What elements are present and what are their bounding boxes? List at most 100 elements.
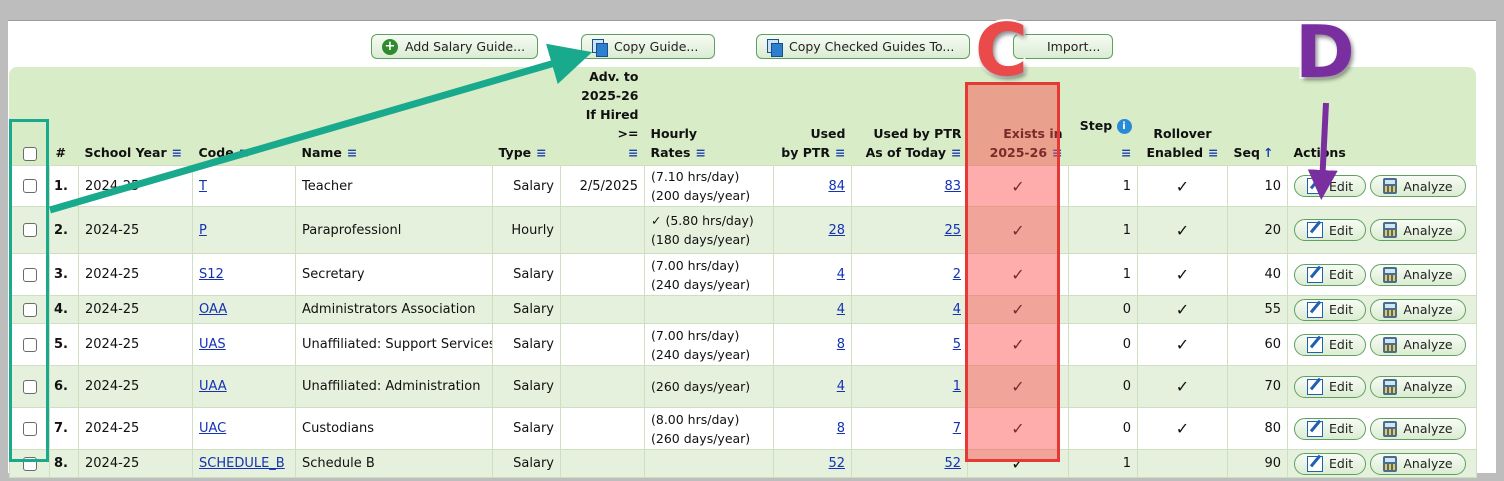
used-by-ptr-link[interactable]: 84 (828, 179, 845, 194)
header-seq[interactable]: Seq ↑ (1228, 67, 1288, 166)
row-checkbox[interactable] (22, 223, 37, 237)
used-by-ptr-link[interactable]: 4 (837, 302, 845, 317)
column-menu-icon[interactable]: ≡ (172, 145, 182, 160)
hourly-rates-cell: (7.00 hrs/day) (240 days/year) (644, 323, 774, 366)
salary-guide-table: # School Year ≡ Code ≡ Name ≡ Type ≡ Adv. to… (9, 67, 1477, 478)
row-checkbox[interactable] (22, 456, 37, 471)
row-checkbox[interactable] (22, 421, 37, 436)
used-by-ptr-link[interactable]: 4 (837, 379, 845, 394)
info-icon[interactable]: i (1116, 119, 1132, 134)
row-checkbox[interactable] (22, 267, 37, 282)
analyze-label: Analyze (1403, 302, 1453, 317)
edit-button[interactable]: Edit (1294, 263, 1367, 286)
edit-button[interactable]: Edit (1294, 175, 1367, 197)
header-exists[interactable]: Exists in 2025-26 ≡ (968, 67, 1069, 166)
rate-hours-text: (7.00 hrs/day) (651, 327, 740, 343)
code-link[interactable]: UAC (199, 421, 226, 436)
column-menu-icon[interactable]: ≡ (1208, 145, 1218, 160)
header-type-label: Type (498, 145, 532, 160)
analyze-button[interactable]: Analyze (1370, 452, 1466, 475)
edit-label: Edit (1329, 337, 1354, 352)
actions-cell: Edit Analyze (1287, 449, 1477, 478)
code-link[interactable]: UAA (199, 379, 227, 394)
rate-hours-text: (8.00 hrs/day) (651, 411, 740, 427)
header-rollover[interactable]: Rollover Enabled ≡ (1138, 67, 1228, 166)
edit-button[interactable]: Edit (1294, 452, 1367, 475)
row-checkbox[interactable] (22, 337, 37, 352)
check-icon: ✓ (1175, 300, 1190, 319)
row-checkbox[interactable] (22, 379, 37, 394)
header-adv[interactable]: Adv. to 2025-26 If Hired >= ≡ (561, 67, 645, 166)
name-cell: Schedule B (295, 449, 493, 478)
check-icon: ✓ (1175, 265, 1190, 284)
used-today-link[interactable]: 5 (953, 337, 961, 352)
used-today-link[interactable]: 4 (953, 302, 961, 317)
edit-button[interactable]: Edit (1294, 417, 1367, 440)
used-today-link[interactable]: 52 (944, 456, 961, 471)
column-menu-icon[interactable]: ≡ (239, 145, 249, 160)
exists-cell: ✓ (967, 206, 1069, 254)
copy-checked-guides-button[interactable]: Copy Checked Guides To... (756, 34, 970, 59)
table-header-row: # School Year ≡ Code ≡ Name ≡ Type ≡ Adv. to… (10, 67, 1477, 166)
column-menu-icon[interactable]: ≡ (951, 145, 961, 160)
used-today-link[interactable]: 83 (944, 179, 961, 194)
header-step[interactable]: Step i ≡ (1069, 67, 1138, 166)
code-link[interactable]: P (199, 223, 207, 238)
table-row: 6. 2024-25 UAA Unaffiliated: Administration… (9, 365, 1477, 408)
check-icon: ✓ (1011, 377, 1025, 396)
used-by-ptr-link[interactable]: 4 (837, 267, 845, 282)
column-menu-icon[interactable]: ≡ (695, 145, 705, 160)
column-menu-icon[interactable]: ≡ (628, 145, 638, 160)
select-all-checkbox[interactable] (22, 146, 37, 161)
code-link[interactable]: T (199, 179, 207, 194)
used-today-link[interactable]: 25 (944, 223, 961, 238)
import-button[interactable]: Import... (1013, 34, 1113, 59)
row-checkbox[interactable] (22, 179, 37, 193)
code-link[interactable]: SCHEDULE_B (199, 456, 285, 471)
code-link[interactable]: UAS (199, 337, 226, 352)
analyze-label: Analyze (1403, 337, 1453, 352)
column-menu-icon[interactable]: ≡ (835, 145, 845, 160)
calculator-icon (1383, 301, 1398, 318)
seq-cell: 40 (1227, 253, 1288, 296)
header-hourly-rates[interactable]: Hourly Rates ≡ (645, 67, 774, 166)
header-code[interactable]: Code ≡ (193, 67, 296, 166)
code-link[interactable]: S12 (199, 267, 224, 282)
row-number: 2. (49, 206, 79, 254)
used-by-ptr-link[interactable]: 28 (828, 223, 845, 238)
analyze-button[interactable]: Analyze (1370, 219, 1466, 241)
header-type[interactable]: Type ≡ (493, 67, 561, 166)
edit-button[interactable]: Edit (1294, 219, 1367, 241)
add-salary-guide-button[interactable]: + Add Salary Guide... (371, 34, 538, 59)
header-used[interactable]: Used by PTR ≡ (774, 67, 852, 166)
edit-label: Edit (1329, 421, 1354, 436)
analyze-button[interactable]: Analyze (1370, 333, 1466, 356)
column-menu-icon[interactable]: ≡ (347, 145, 357, 160)
edit-button[interactable]: Edit (1294, 375, 1367, 398)
row-checkbox[interactable] (22, 302, 37, 317)
edit-button[interactable]: Edit (1294, 333, 1367, 356)
plus-circle-icon: + (382, 38, 398, 55)
used-by-ptr-link[interactable]: 52 (828, 456, 845, 471)
header-school-year[interactable]: School Year ≡ (79, 67, 193, 166)
edit-button[interactable]: Edit (1294, 298, 1367, 321)
used-today-link[interactable]: 1 (953, 379, 961, 394)
analyze-button[interactable]: Analyze (1370, 263, 1466, 286)
header-name[interactable]: Name ≡ (296, 67, 493, 166)
code-link[interactable]: OAA (199, 302, 227, 317)
used-today-link[interactable]: 2 (953, 267, 961, 282)
copy-guide-button[interactable]: Copy Guide... (581, 34, 715, 59)
row-number: 7. (49, 407, 79, 450)
analyze-button[interactable]: Analyze (1370, 417, 1466, 440)
analyze-button[interactable]: Analyze (1370, 175, 1466, 197)
used-today-link[interactable]: 7 (953, 421, 961, 436)
used-by-ptr-link[interactable]: 8 (837, 421, 845, 436)
analyze-button[interactable]: Analyze (1370, 298, 1466, 321)
used-by-ptr-link[interactable]: 8 (837, 337, 845, 352)
sort-ascending-icon[interactable]: ↑ (1263, 145, 1273, 160)
column-menu-icon[interactable]: ≡ (536, 145, 546, 160)
column-menu-icon[interactable]: ≡ (1121, 145, 1131, 160)
header-used-today[interactable]: Used by PTR As of Today ≡ (852, 67, 968, 166)
analyze-button[interactable]: Analyze (1370, 375, 1466, 398)
column-menu-icon[interactable]: ≡ (1052, 145, 1062, 160)
